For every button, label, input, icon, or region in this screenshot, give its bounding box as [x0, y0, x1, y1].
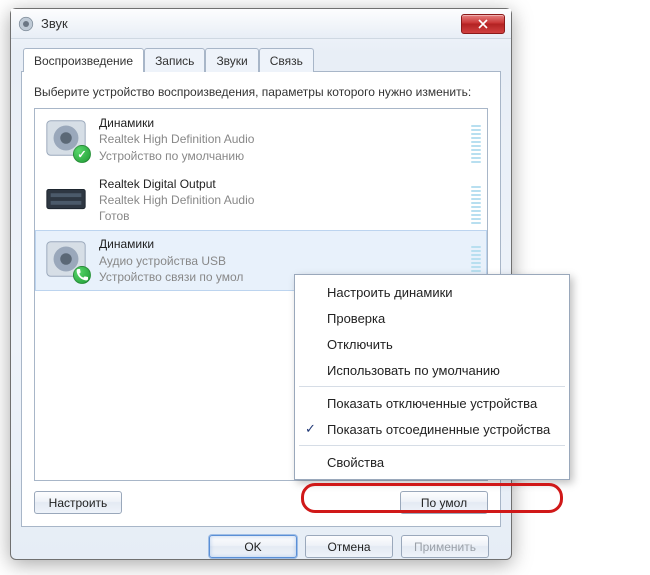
ctx-set-default[interactable]: Использовать по умолчанию — [297, 357, 567, 383]
tab-communications[interactable]: Связь — [259, 48, 314, 72]
ctx-separator — [299, 386, 565, 387]
device-title: Динамики — [99, 115, 479, 131]
set-default-button[interactable]: По умол — [400, 491, 488, 514]
ctx-properties[interactable]: Свойства — [297, 449, 567, 475]
device-status: Устройство по умолчанию — [99, 148, 479, 164]
speaker-icon — [43, 115, 89, 161]
set-default-label: По умол — [421, 496, 467, 510]
speaker-icon — [43, 236, 89, 282]
device-title: Realtek Digital Output — [99, 176, 479, 192]
configure-button[interactable]: Настроить — [34, 491, 122, 514]
device-subtitle: Аудио устройства USB — [99, 253, 479, 269]
ok-button[interactable]: OK — [209, 535, 297, 558]
device-subtitle: Realtek High Definition Audio — [99, 131, 479, 147]
titlebar[interactable]: Звук — [11, 9, 511, 39]
device-item[interactable]: Динамики Realtek High Definition Audio У… — [35, 109, 487, 170]
device-title: Динамики — [99, 236, 479, 252]
device-subtitle: Realtek High Definition Audio — [99, 192, 479, 208]
ctx-configure-speakers[interactable]: Настроить динамики — [297, 279, 567, 305]
cancel-button[interactable]: Отмена — [305, 535, 393, 558]
instruction-text: Выберите устройство воспроизведения, пар… — [34, 84, 488, 100]
device-item[interactable]: Realtek Digital Output Realtek High Defi… — [35, 170, 487, 231]
tab-sounds[interactable]: Звуки — [205, 48, 258, 72]
check-icon: ✓ — [305, 421, 316, 437]
tab-playback[interactable]: Воспроизведение — [23, 48, 144, 72]
ctx-item-label: Показать отсоединенные устройства — [327, 422, 550, 437]
ctx-separator — [299, 445, 565, 446]
ctx-test[interactable]: Проверка — [297, 305, 567, 331]
sound-icon — [17, 15, 35, 33]
device-status: Готов — [99, 208, 479, 224]
level-meter — [471, 178, 481, 224]
dialog-button-row: OK Отмена Применить — [21, 527, 501, 558]
window-title: Звук — [41, 16, 455, 31]
comm-phone-badge — [73, 266, 91, 284]
context-menu[interactable]: Настроить динамики Проверка Отключить Ис… — [294, 274, 570, 480]
close-button[interactable] — [461, 14, 505, 34]
tabstrip: Воспроизведение Запись Звуки Связь — [23, 47, 501, 71]
panel-button-row: Настроить По умол — [34, 491, 488, 514]
spdif-icon — [43, 176, 89, 222]
ctx-disable[interactable]: Отключить — [297, 331, 567, 357]
tab-recording[interactable]: Запись — [144, 48, 205, 72]
ctx-show-disconnected[interactable]: ✓ Показать отсоединенные устройства — [297, 416, 567, 442]
apply-button[interactable]: Применить — [401, 535, 489, 558]
level-meter — [471, 117, 481, 163]
ctx-show-disabled[interactable]: Показать отключенные устройства — [297, 390, 567, 416]
